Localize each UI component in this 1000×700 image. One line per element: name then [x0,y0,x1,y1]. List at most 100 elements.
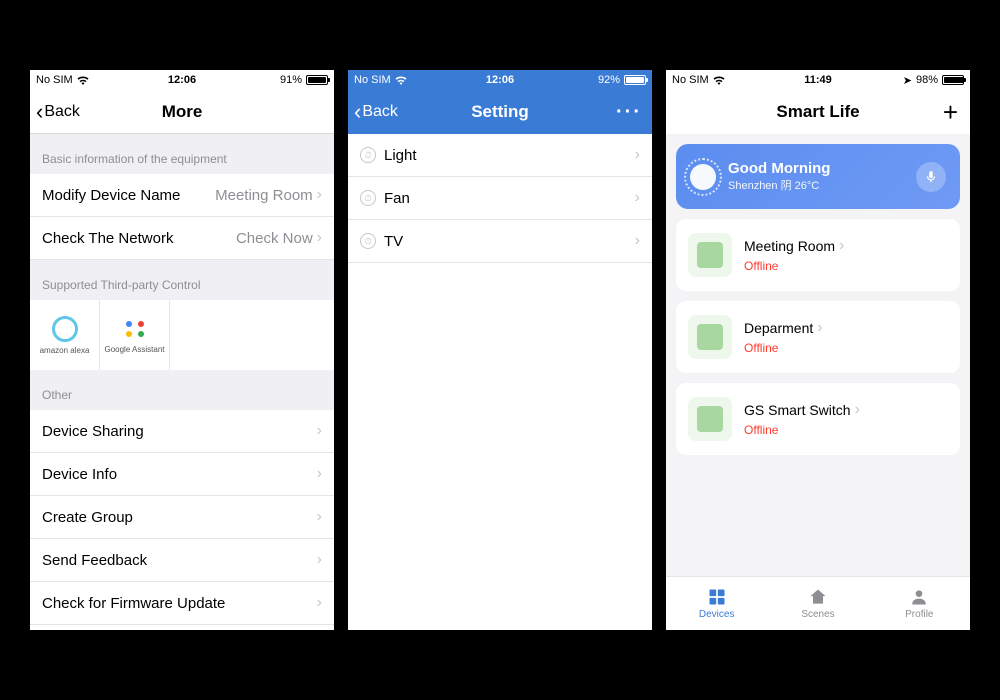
row-create-group[interactable]: Create Group› [30,496,334,539]
greeting-subtitle: Shenzhen 阴 26°C [728,177,830,193]
greeting-title: Good Morning [728,160,830,177]
row-device-sharing[interactable]: Device Sharing› [30,410,334,453]
devices-icon [707,587,727,607]
tab-label: Devices [699,609,735,620]
clock-icon: ⏱ [360,147,376,163]
back-button[interactable]: ‹ Back [354,101,398,123]
google-assistant-icon [123,317,147,341]
thirdparty-grid: amazon alexa Google Assistant [30,300,334,370]
device-name: Deparment [744,320,813,336]
add-button[interactable]: + [943,97,958,128]
device-thumb-icon [688,233,732,277]
alexa-label: amazon alexa [40,346,90,355]
screen-smart-life: No SIM 11:49 ➤ 98% Smart Life + Good Mor… [666,70,970,630]
battery-icon [306,75,328,85]
row-modify-device-name[interactable]: Modify Device Name Meeting Room› [30,174,334,217]
battery-pct-text: 92% [598,74,620,86]
clock-icon: ⏱ [360,190,376,206]
chevron-right-icon: › [317,186,322,204]
mic-icon [924,170,938,184]
greeting-card[interactable]: Good Morning Shenzhen 阴 26°C [676,144,960,209]
status-bar: No SIM 11:49 ➤ 98% [666,70,970,90]
chevron-right-icon: › [635,189,640,207]
device-status: Offline [744,259,844,273]
thirdparty-alexa[interactable]: amazon alexa [30,300,100,370]
device-card-department[interactable]: Deparment› Offline [676,301,960,373]
device-name: Meeting Room [744,238,835,254]
back-button[interactable]: ‹ Back [36,101,80,123]
section-thirdparty-header: Supported Third-party Control [30,260,334,300]
row-check-network[interactable]: Check The Network Check Now› [30,217,334,260]
page-title: Smart Life [776,102,859,122]
screen-more: No SIM 12:06 91% ‹ Back More Basic infor… [30,70,334,630]
back-label: Back [44,103,80,121]
tab-label: Profile [905,609,933,620]
device-card-meeting-room[interactable]: Meeting Room› Offline [676,219,960,291]
chevron-right-icon: › [635,232,640,250]
device-status: Offline [744,423,860,437]
chevron-left-icon: ‹ [36,101,43,123]
nav-bar: ‹ Back More [30,90,334,134]
row-fan[interactable]: ⏱ Fan › [348,177,652,220]
row-device-info[interactable]: Device Info› [30,453,334,496]
thirdparty-google-assistant[interactable]: Google Assistant [100,300,170,370]
row-tv[interactable]: ⏱ TV › [348,220,652,263]
alexa-icon [52,316,78,342]
chevron-right-icon: › [317,422,322,440]
voice-button[interactable] [916,162,946,192]
tab-scenes[interactable]: Scenes [767,577,868,630]
chevron-left-icon: ‹ [354,101,361,123]
tab-profile[interactable]: Profile [869,577,970,630]
location-icon: ➤ [903,74,912,87]
row-light[interactable]: ⏱ Light › [348,134,652,177]
clock-icon: ⏱ [360,233,376,249]
battery-icon [624,75,646,85]
clock-text: 12:06 [168,74,196,86]
weather-sun-icon [690,164,716,190]
clock-text: 11:49 [804,74,832,86]
profile-icon [909,587,929,607]
back-label: Back [362,103,398,121]
chevron-right-icon: › [317,465,322,483]
status-bar: No SIM 12:06 91% [30,70,334,90]
more-icon: ··· [616,101,642,123]
carrier-text: No SIM [672,74,709,86]
row-send-feedback[interactable]: Send Feedback› [30,539,334,582]
chevron-right-icon: › [317,594,322,612]
chevron-right-icon: › [839,237,844,255]
section-other-header: Other [30,370,334,410]
section-basic-header: Basic information of the equipment [30,134,334,174]
chevron-right-icon: › [317,551,322,569]
battery-pct-text: 91% [280,74,302,86]
screen-setting: No SIM 12:06 92% ‹ Back Setting ··· ⏱ Li… [348,70,652,630]
page-title: Setting [471,102,529,122]
device-status: Offline [744,341,823,355]
row-label: Modify Device Name [42,187,180,204]
ga-label: Google Assistant [104,345,164,354]
row-label: Check The Network [42,230,173,247]
tab-devices[interactable]: Devices [666,577,767,630]
scenes-icon [808,587,828,607]
wifi-icon [77,76,89,85]
page-title: More [162,102,203,122]
more-menu-button[interactable]: ··· [616,101,642,124]
tab-bar: Devices Scenes Profile [666,576,970,630]
row-firmware-update[interactable]: Check for Firmware Update› [30,582,334,625]
battery-icon [942,75,964,85]
wifi-icon [713,76,725,85]
plus-icon: + [943,97,958,127]
status-bar: No SIM 12:06 92% [348,70,652,90]
chevron-right-icon: › [317,229,322,247]
chevron-right-icon: › [855,401,860,419]
carrier-text: No SIM [354,74,391,86]
device-thumb-icon [688,315,732,359]
clock-text: 12:06 [486,74,514,86]
nav-bar: ‹ Back Setting ··· [348,90,652,134]
battery-pct-text: 98% [916,74,938,86]
row-value: Meeting Room [215,187,313,204]
chevron-right-icon: › [317,508,322,526]
chevron-right-icon: › [635,146,640,164]
wifi-icon [395,76,407,85]
device-card-gs-smart-switch[interactable]: GS Smart Switch› Offline [676,383,960,455]
row-value: Check Now [236,230,313,247]
